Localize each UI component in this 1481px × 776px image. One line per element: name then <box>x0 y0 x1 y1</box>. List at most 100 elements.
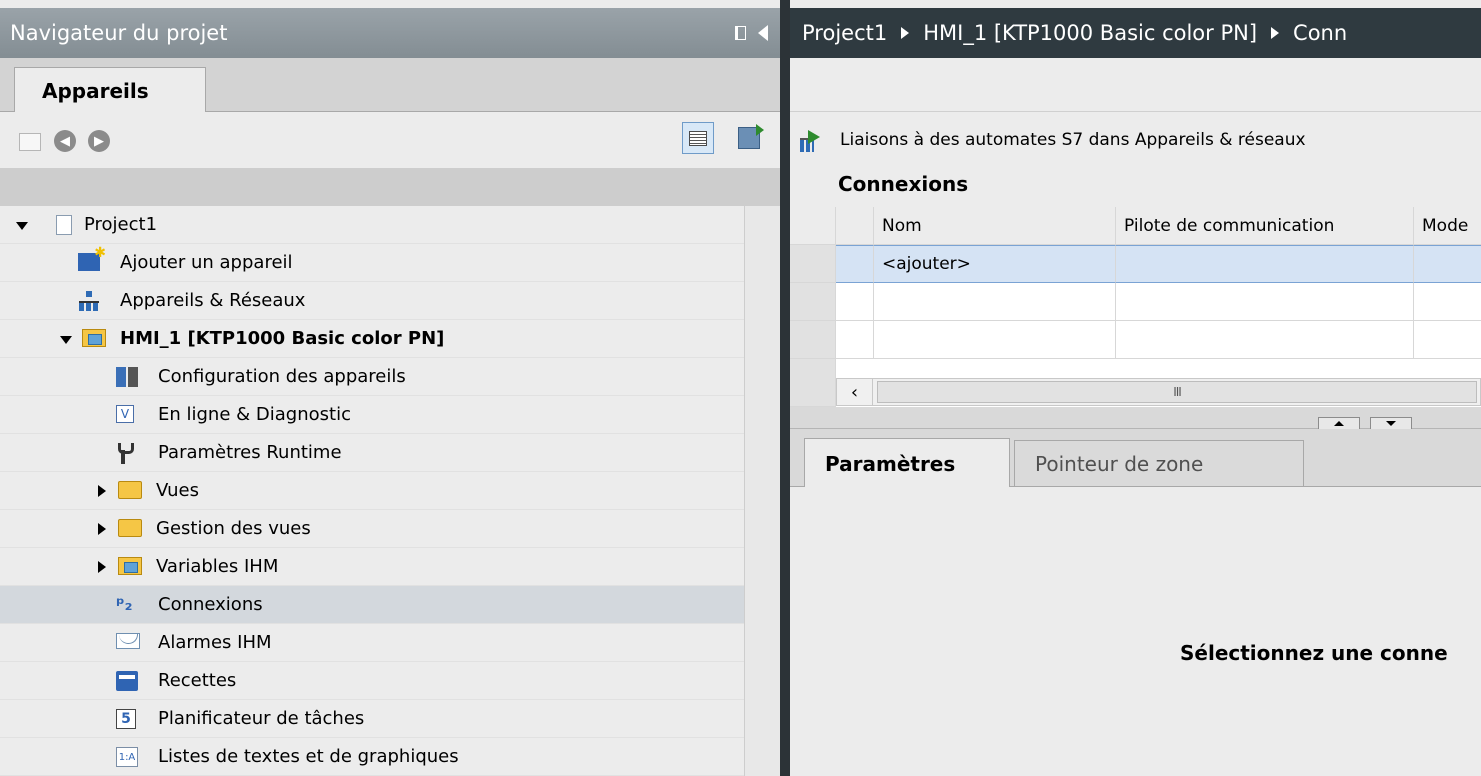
tree-item-label: Gestion des vues <box>156 518 311 539</box>
table-cell[interactable] <box>836 245 874 283</box>
scroll-thumb[interactable]: III <box>877 381 1477 403</box>
arrow-up-icon <box>1334 421 1344 426</box>
breadcrumb-item-connections[interactable]: Conn <box>1293 21 1347 45</box>
navigator-toolbar: ◀ ▶ <box>0 112 780 168</box>
add-device-icon <box>78 245 106 271</box>
export-icon[interactable] <box>738 124 764 149</box>
new-item-icon[interactable] <box>19 133 41 151</box>
tree-item-devices-networks[interactable]: Appareils & Réseaux <box>0 282 744 320</box>
forward-arrow-icon[interactable]: ▶ <box>88 130 110 152</box>
connections-table: Nom Pilote de communication Mode <ajoute… <box>790 207 1481 407</box>
expand-down-icon[interactable] <box>60 336 72 344</box>
tree-item-scheduler[interactable]: 5 Planificateur de tâches <box>0 700 744 738</box>
splitter-up-button[interactable] <box>1318 417 1360 429</box>
diagnostic-icon: V <box>116 405 134 423</box>
table-cell[interactable] <box>836 321 874 359</box>
expand-right-icon[interactable] <box>98 485 106 497</box>
hmi-tags-folder-icon <box>118 557 142 575</box>
tree-item-label: Listes de textes et de graphiques <box>158 746 459 767</box>
row-header[interactable] <box>790 321 836 359</box>
network-link-icon[interactable] <box>798 130 822 152</box>
column-header-name[interactable]: Nom <box>874 207 1116 245</box>
tree-item-recipes[interactable]: Recettes <box>0 662 744 700</box>
tree-item-screen-management[interactable]: Gestion des vues <box>0 510 744 548</box>
tree-item-label: En ligne & Diagnostic <box>158 404 351 425</box>
tree-item-screens[interactable]: Vues <box>0 472 744 510</box>
device-config-icon <box>116 367 138 387</box>
tree-item-label: HMI_1 [KTP1000 Basic color PN] <box>120 328 445 349</box>
tree-item-label: Planificateur de tâches <box>158 708 365 729</box>
list-view-icon <box>689 130 707 146</box>
table-cell[interactable] <box>1414 245 1481 283</box>
expand-down-icon[interactable] <box>16 222 28 230</box>
table-cell[interactable] <box>1116 245 1414 283</box>
tree-item-label: Alarmes IHM <box>158 632 272 653</box>
tree-item-hmi-alarms[interactable]: Alarmes IHM <box>0 624 744 662</box>
tree-item-add-device[interactable]: Ajouter un appareil <box>0 244 744 282</box>
tree-item-hmi1[interactable]: HMI_1 [KTP1000 Basic color PN] <box>0 320 744 358</box>
editor-toolbar <box>790 58 1481 112</box>
row-header[interactable] <box>790 283 836 321</box>
tree-item-label: Connexions <box>158 594 263 615</box>
tab-area-pointer[interactable]: Pointeur de zone <box>1014 440 1304 486</box>
properties-tabstrip: Paramètres Pointeur de zone <box>790 429 1481 488</box>
table-cell[interactable] <box>1414 283 1481 321</box>
splitter-bar[interactable] <box>790 407 1481 429</box>
tree-item-label: Appareils & Réseaux <box>120 290 306 311</box>
table-cell[interactable] <box>836 283 874 321</box>
collapse-left-icon[interactable] <box>758 25 768 41</box>
tab-devices[interactable]: Appareils <box>14 67 206 113</box>
wrench-icon <box>116 443 134 465</box>
breadcrumb-separator-icon <box>1271 27 1280 39</box>
tab-parameters[interactable]: Paramètres <box>804 438 1010 488</box>
connections-editor: Project1 HMI_1 [KTP1000 Basic color PN] … <box>790 0 1481 776</box>
folder-icon <box>118 481 142 499</box>
scheduler-icon: 5 <box>116 709 136 729</box>
tree-scroll-column[interactable] <box>744 206 780 776</box>
navigator-tabstrip: Appareils <box>0 58 780 113</box>
column-header-driver[interactable]: Pilote de communication <box>1116 207 1414 245</box>
tree-item-label: Variables IHM <box>156 556 279 577</box>
page-icon <box>56 215 72 235</box>
column-header-mode[interactable]: Mode <box>1414 207 1481 245</box>
table-corner <box>790 207 836 245</box>
table-cell[interactable] <box>874 321 1116 359</box>
back-arrow-icon[interactable]: ◀ <box>54 130 76 152</box>
select-connection-message: Sélectionnez une conne <box>1180 641 1448 665</box>
tree-item-label: Vues <box>156 480 199 501</box>
table-cell[interactable] <box>874 283 1116 321</box>
tree-item-text-graphic-lists[interactable]: 1:A Listes de textes et de graphiques <box>0 738 744 776</box>
row-header[interactable] <box>790 245 836 283</box>
scroll-left-icon[interactable]: ‹ <box>837 379 873 405</box>
add-connection-cell[interactable]: <ajouter> <box>874 245 1116 283</box>
splitter-down-button[interactable] <box>1370 417 1412 429</box>
breadcrumb-item-hmi[interactable]: HMI_1 [KTP1000 Basic color PN] <box>923 21 1257 45</box>
expand-right-icon[interactable] <box>98 523 106 535</box>
tree-item-runtime-settings[interactable]: Paramètres Runtime <box>0 434 744 472</box>
project-navigator: Navigateur du projet Appareils ◀ ▶ Proje… <box>0 0 780 776</box>
project-tree: Project1 Ajouter un appareil Appareils & R… <box>0 206 744 776</box>
table-cell[interactable] <box>1116 321 1414 359</box>
devices-networks-link-row[interactable]: Liaisons à des automates S7 dans Apparei… <box>790 118 1481 162</box>
tree-item-project1[interactable]: Project1 <box>0 206 744 244</box>
expand-right-icon[interactable] <box>98 561 106 573</box>
table-cell[interactable] <box>1414 321 1481 359</box>
tree-item-connections[interactable]: ᵖ₂ Connexions <box>0 586 744 624</box>
pane-divider[interactable] <box>780 0 790 776</box>
tree-item-online-diag[interactable]: V En ligne & Diagnostic <box>0 396 744 434</box>
horizontal-scrollbar[interactable]: ‹ III <box>836 378 1481 406</box>
hmi-folder-icon <box>82 329 106 347</box>
details-view-button[interactable] <box>682 122 714 154</box>
pin-icon[interactable] <box>735 26 746 40</box>
tree-item-label: Paramètres Runtime <box>158 442 342 463</box>
breadcrumb-item-project[interactable]: Project1 <box>802 21 887 45</box>
table-cell[interactable] <box>1116 283 1414 321</box>
lists-icon: 1:A <box>116 747 138 767</box>
table-header-icon-col <box>836 207 874 245</box>
devices-networks-link[interactable]: Liaisons à des automates S7 dans Apparei… <box>840 130 1306 150</box>
tree-item-label: Recettes <box>158 670 237 691</box>
row-header <box>790 359 836 407</box>
tree-item-device-config[interactable]: Configuration des appareils <box>0 358 744 396</box>
tree-item-hmi-tags[interactable]: Variables IHM <box>0 548 744 586</box>
network-icon <box>78 291 100 311</box>
